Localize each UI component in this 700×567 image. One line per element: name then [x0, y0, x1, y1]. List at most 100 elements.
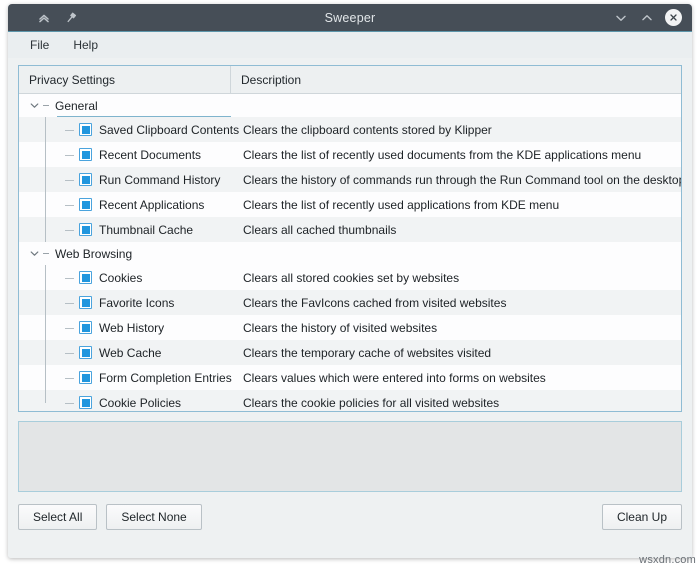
titlebar-window-controls: [613, 9, 692, 26]
tree-rows: General Saved Clipboard Contents Clears …: [19, 94, 681, 411]
item-checkbox[interactable]: [79, 198, 92, 211]
group-web-browsing-header[interactable]: Web Browsing: [19, 247, 132, 261]
row-name-cell: Run Command History: [19, 167, 231, 192]
row-description-cell: Clears the list of recently used applica…: [231, 192, 681, 217]
item-checkbox[interactable]: [79, 148, 92, 161]
window-titlebar[interactable]: Sweeper: [8, 4, 692, 32]
pin-icon[interactable]: [63, 10, 78, 25]
table-row[interactable]: Cookie Policies Clears the cookie polici…: [19, 390, 681, 411]
menu-item-help[interactable]: Help: [63, 36, 108, 54]
tree-branch-line: [65, 130, 74, 131]
table-row[interactable]: Thumbnail Cache Clears all cached thumbn…: [19, 217, 681, 242]
select-none-button[interactable]: Select None: [106, 504, 201, 530]
tree-group-web-browsing[interactable]: Web Browsing: [19, 242, 681, 265]
tree-vertical-line: [45, 290, 46, 315]
log-output-panel[interactable]: [18, 421, 682, 492]
close-button[interactable]: [665, 9, 682, 26]
menu-bar: File Help: [8, 32, 692, 58]
item-checkbox[interactable]: [79, 123, 92, 136]
row-description-cell: Clears the history of commands run throu…: [231, 167, 681, 192]
clean-up-button[interactable]: Clean Up: [602, 504, 682, 530]
item-checkbox[interactable]: [79, 371, 92, 384]
tree-branch-line: [65, 378, 74, 379]
item-checkbox[interactable]: [79, 173, 92, 186]
item-label: Recent Applications: [92, 198, 204, 212]
item-checkbox[interactable]: [79, 296, 92, 309]
row-description-cell: Clears all cached thumbnails: [231, 217, 681, 242]
row-name-cell: Web Cache: [19, 340, 231, 365]
titlebar-left-controls: [8, 10, 78, 25]
table-row[interactable]: Web Cache Clears the temporary cache of …: [19, 340, 681, 365]
tree-connector-dash: [43, 253, 49, 254]
row-description-cell: Clears the list of recently used documen…: [231, 142, 681, 167]
item-checkbox[interactable]: [79, 271, 92, 284]
tree-vertical-line: [45, 390, 46, 403]
tree-header-row: Privacy Settings Description: [19, 66, 681, 94]
table-row[interactable]: Favorite Icons Clears the FavIcons cache…: [19, 290, 681, 315]
tree-connector-dash: [43, 105, 49, 106]
item-label: Recent Documents: [92, 148, 201, 162]
row-name-cell: Form Completion Entries: [19, 365, 231, 390]
tree-vertical-line: [45, 192, 46, 217]
row-name-cell: Recent Applications: [19, 192, 231, 217]
table-row[interactable]: Cookies Clears all stored cookies set by…: [19, 265, 681, 290]
row-description-cell: Clears the history of visited websites: [231, 315, 681, 340]
row-description-cell: Clears values which were entered into fo…: [231, 365, 681, 390]
collapse-up-icon[interactable]: [36, 10, 51, 25]
tree-vertical-line: [45, 167, 46, 192]
item-label: Web History: [92, 321, 164, 335]
privacy-settings-tree[interactable]: Privacy Settings Description: [18, 65, 682, 412]
item-checkbox[interactable]: [79, 346, 92, 359]
table-row[interactable]: Form Completion Entries Clears values wh…: [19, 365, 681, 390]
tree-vertical-line: [45, 265, 46, 290]
maximize-button[interactable]: [639, 10, 654, 25]
menu-item-file[interactable]: File: [20, 36, 59, 54]
row-name-cell: Cookie Policies: [19, 390, 231, 411]
minimize-button[interactable]: [613, 10, 628, 25]
select-all-button[interactable]: Select All: [18, 504, 97, 530]
row-name-cell: Thumbnail Cache: [19, 217, 231, 242]
desktop-background: Sweeper: [0, 0, 700, 567]
row-description-cell: Clears all stored cookies set by website…: [231, 265, 681, 290]
column-header-description[interactable]: Description: [231, 66, 681, 93]
row-description-cell: Clears the cookie policies for all visit…: [231, 390, 681, 411]
table-row[interactable]: Recent Applications Clears the list of r…: [19, 192, 681, 217]
item-label: Saved Clipboard Contents: [92, 123, 239, 137]
table-row[interactable]: Saved Clipboard Contents Clears the clip…: [19, 117, 681, 142]
table-row[interactable]: Web History Clears the history of visite…: [19, 315, 681, 340]
column-header-privacy-settings[interactable]: Privacy Settings: [19, 66, 231, 93]
item-checkbox[interactable]: [79, 396, 92, 409]
item-label: Form Completion Entries: [92, 371, 232, 385]
tree-group-general[interactable]: General: [19, 94, 681, 117]
table-row[interactable]: Recent Documents Clears the list of rece…: [19, 142, 681, 167]
tree-branch-line: [65, 403, 74, 404]
tree-branch-line: [65, 205, 74, 206]
table-row[interactable]: Run Command History Clears the history o…: [19, 167, 681, 192]
item-label: Cookies: [92, 271, 142, 285]
row-description-cell: Clears the temporary cache of websites v…: [231, 340, 681, 365]
item-label: Thumbnail Cache: [92, 223, 193, 237]
watermark: wsxdn.com: [639, 554, 696, 566]
tree-vertical-line: [45, 315, 46, 340]
chevron-down-icon[interactable]: [29, 248, 40, 259]
row-name-cell: Cookies: [19, 265, 231, 290]
item-label: Cookie Policies: [92, 396, 181, 410]
item-label: Favorite Icons: [92, 296, 174, 310]
window-body: Privacy Settings Description: [8, 58, 692, 558]
tree-vertical-line: [45, 365, 46, 390]
tree-branch-line: [65, 278, 74, 279]
tree-branch-line: [65, 303, 74, 304]
tree-vertical-line: [45, 340, 46, 365]
item-checkbox[interactable]: [79, 321, 92, 334]
tree-vertical-line: [45, 117, 46, 142]
row-name-cell: Web History: [19, 315, 231, 340]
tree-vertical-line: [45, 217, 46, 242]
group-general-header[interactable]: General: [19, 99, 98, 113]
item-checkbox[interactable]: [79, 223, 92, 236]
row-name-cell: Favorite Icons: [19, 290, 231, 315]
group-label: Web Browsing: [52, 247, 132, 261]
chevron-down-icon[interactable]: [29, 100, 40, 111]
tree-branch-line: [65, 155, 74, 156]
tree-branch-line: [65, 230, 74, 231]
row-description-cell: Clears the clipboard contents stored by …: [231, 117, 681, 142]
